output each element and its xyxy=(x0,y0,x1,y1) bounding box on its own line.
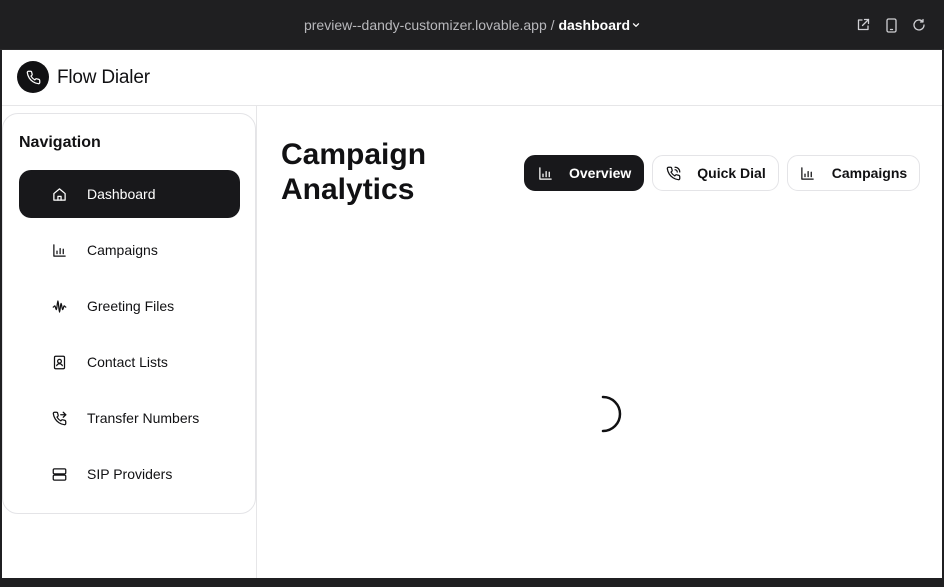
audio-wave-icon xyxy=(51,298,67,314)
app-viewport: Flow Dialer Navigation Dashboard Campaig… xyxy=(2,50,942,578)
view-tabs: Overview Quick Dial Campaigns xyxy=(524,155,921,191)
sidebar-item-campaigns[interactable]: Campaigns xyxy=(19,226,240,274)
phone-forward-icon xyxy=(51,410,67,426)
sidebar-item-label: Campaigns xyxy=(87,242,158,258)
bar-chart-icon xyxy=(537,165,553,181)
loading-spinner-icon xyxy=(601,395,622,433)
main-content: Campaign Analytics Overview Quick Dial C… xyxy=(258,106,942,578)
app-header: Flow Dialer xyxy=(2,50,942,106)
navigation-title: Navigation xyxy=(19,134,101,151)
page-title: Campaign Analytics xyxy=(281,138,427,206)
address-bar[interactable]: preview--dandy-customizer.lovable.app / … xyxy=(0,17,944,33)
browser-toolbar: preview--dandy-customizer.lovable.app / … xyxy=(0,0,944,50)
sidebar-item-dashboard[interactable]: Dashboard xyxy=(19,170,240,218)
tab-label: Quick Dial xyxy=(697,165,766,181)
bar-chart-icon xyxy=(800,165,816,181)
sidebar-item-label: SIP Providers xyxy=(87,466,173,482)
tab-label: Campaigns xyxy=(831,165,908,181)
phone-call-icon xyxy=(665,165,681,181)
chevron-down-icon[interactable] xyxy=(632,21,640,29)
url-path: dashboard xyxy=(558,17,631,33)
phone-icon[interactable] xyxy=(17,61,49,93)
sidebar-item-transfer-numbers[interactable]: Transfer Numbers xyxy=(19,394,240,442)
brand-name[interactable]: Flow Dialer xyxy=(57,67,150,89)
external-link-icon[interactable] xyxy=(856,17,870,33)
bar-chart-icon xyxy=(51,242,67,258)
tab-campaigns[interactable]: Campaigns xyxy=(786,155,921,191)
url-host: preview--dandy-customizer.lovable.app xyxy=(303,17,547,33)
sidebar-item-label: Greeting Files xyxy=(87,298,175,314)
server-icon xyxy=(51,466,67,482)
sidebar-item-contact-lists[interactable]: Contact Lists xyxy=(19,338,240,386)
tab-label: Overview xyxy=(569,165,632,181)
refresh-icon[interactable] xyxy=(912,17,926,33)
sidebar-item-label: Dashboard xyxy=(87,186,156,202)
sidebar-item-greeting-files[interactable]: Greeting Files xyxy=(19,282,240,330)
mobile-device-icon[interactable] xyxy=(884,17,898,33)
home-icon xyxy=(51,186,67,202)
tab-quick-dial[interactable]: Quick Dial xyxy=(652,155,779,191)
url-separator: / xyxy=(546,17,559,33)
sidebar-item-label: Contact Lists xyxy=(87,354,168,370)
sidebar: Navigation Dashboard Campaigns Greeting … xyxy=(2,106,257,578)
window-bottom-edge xyxy=(0,578,944,587)
navigation-card: Navigation Dashboard Campaigns Greeting … xyxy=(2,113,256,514)
sidebar-item-label: Transfer Numbers xyxy=(87,410,200,426)
tab-overview[interactable]: Overview xyxy=(524,155,645,191)
contact-card-icon xyxy=(51,354,67,370)
sidebar-item-sip-providers[interactable]: SIP Providers xyxy=(19,450,240,498)
